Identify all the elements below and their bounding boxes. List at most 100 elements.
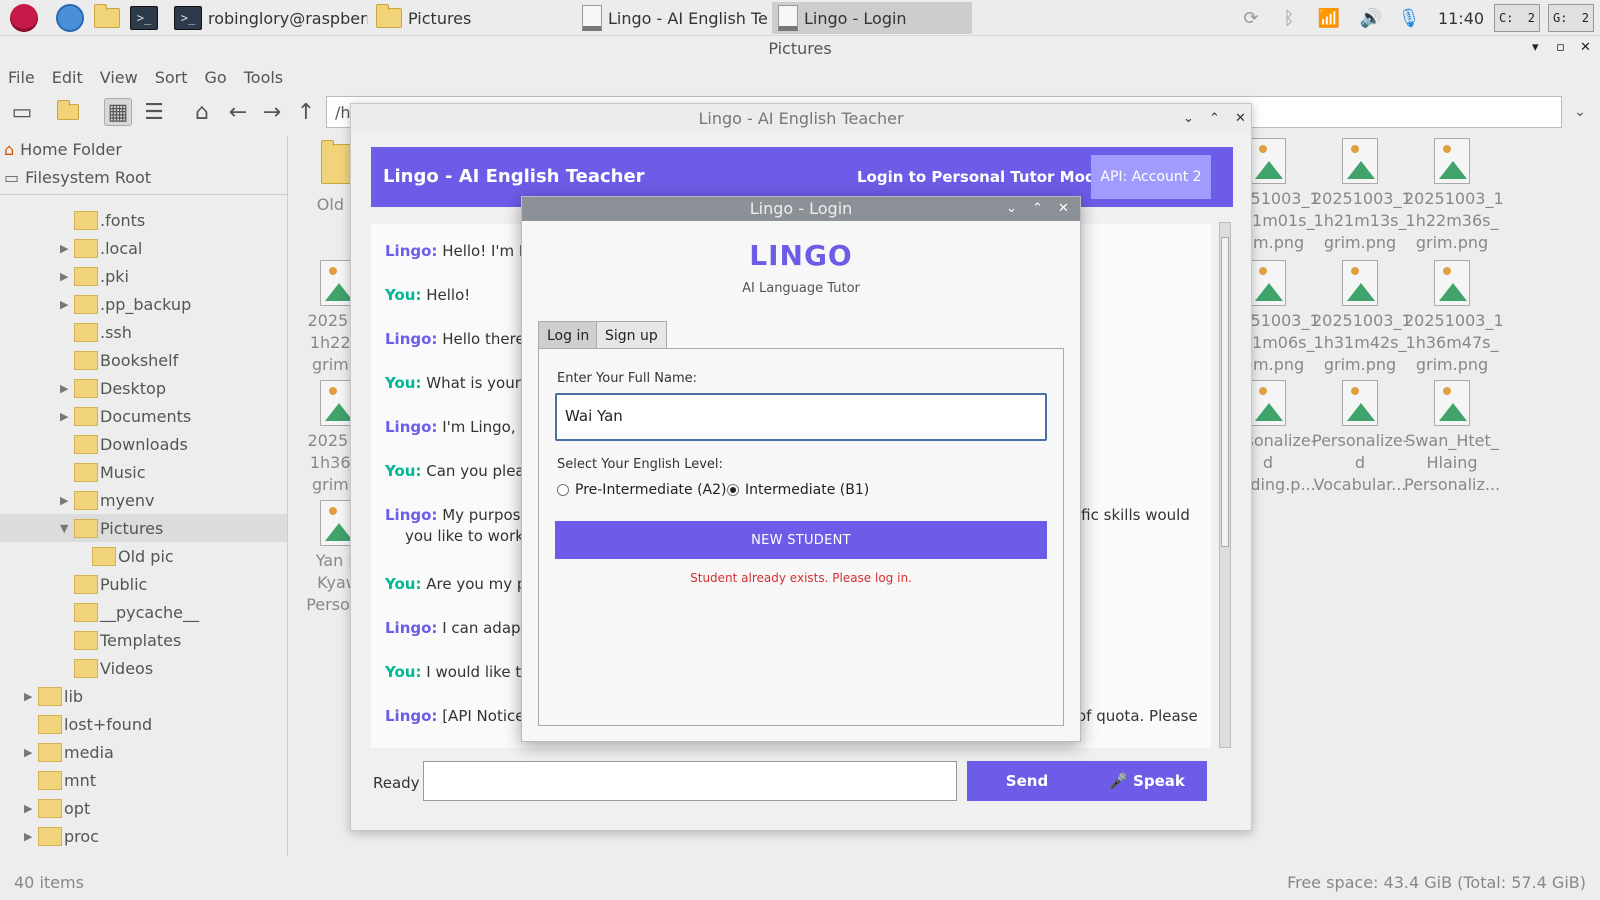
expand-arrow-icon[interactable]: ▶ [24, 830, 32, 843]
chat-scrollbar[interactable] [1219, 222, 1231, 748]
expand-arrow-icon[interactable]: ▶ [60, 298, 68, 311]
gpu-monitor[interactable]: G: 2 [1548, 4, 1594, 32]
tree-item[interactable]: ▶ .pki [0, 262, 287, 290]
tree-item[interactable]: Old pic [0, 542, 287, 570]
tree-item[interactable]: Public [0, 570, 287, 598]
maximize-button[interactable]: ⌃ [1209, 111, 1220, 126]
minimize-button[interactable]: ▾ [1532, 40, 1539, 55]
expand-arrow-icon[interactable]: ▶ [60, 382, 68, 395]
update-icon[interactable]: ⟳ [1236, 0, 1266, 36]
tree-item[interactable]: __pycache__ [0, 598, 287, 626]
menu-go[interactable]: Go [205, 68, 227, 87]
bluetooth-icon[interactable]: ᛒ [1276, 0, 1302, 36]
microphone-icon[interactable]: 🎙 [1394, 0, 1424, 36]
file-item[interactable]: 20251003_1 1h21m13s_ grim.png [1312, 138, 1412, 254]
tree-item[interactable]: ▶ opt [0, 794, 287, 822]
raspberry-menu-icon[interactable] [4, 2, 44, 34]
list-view-icon[interactable]: ☰ [140, 98, 168, 126]
up-arrow-icon[interactable]: ↑ [292, 98, 320, 126]
close-button[interactable]: ✕ [1580, 40, 1591, 55]
tab-log-in[interactable]: Log in [538, 321, 599, 349]
maximize-button[interactable]: ⌃ [1032, 201, 1043, 216]
tree-item[interactable]: mnt [0, 766, 287, 794]
tree-item[interactable]: ▶ lib [0, 682, 287, 710]
taskbar-lingo-login-button[interactable]: Lingo - Login [772, 2, 972, 34]
expand-arrow-icon[interactable]: ▶ [60, 242, 68, 255]
file-manager-launcher-icon[interactable] [88, 2, 126, 34]
file-item[interactable]: Swan_Htet_ Hlaing Personaliz... [1404, 380, 1500, 496]
tree-item[interactable]: .fonts [0, 206, 287, 234]
tree-item[interactable]: ▶ .pp_backup [0, 290, 287, 318]
message-input[interactable] [423, 761, 957, 801]
terminal-launcher-icon[interactable]: >_ [124, 2, 164, 34]
volume-icon[interactable]: 🔊 [1356, 0, 1386, 36]
tree-item[interactable]: ▶ Desktop [0, 374, 287, 402]
new-folder-icon[interactable] [54, 98, 82, 126]
file-item[interactable]: 20251003_1 1h36m47s_ grim.png [1404, 260, 1504, 376]
menu-edit[interactable]: Edit [52, 68, 83, 87]
scrollbar-thumb[interactable] [1221, 237, 1229, 547]
expand-arrow-icon[interactable]: ▶ [60, 494, 68, 507]
forward-arrow-icon[interactable]: → [258, 98, 286, 126]
menu-tools[interactable]: Tools [244, 68, 283, 87]
tree-item[interactable]: Bookshelf [0, 346, 287, 374]
file-item[interactable]: Personalize-d Vocabular... [1312, 380, 1408, 496]
icon-view-icon[interactable]: ▦ [104, 98, 132, 126]
api-account-button[interactable]: API: Account 2 [1091, 155, 1211, 199]
home-icon[interactable]: ⌂ [188, 98, 216, 126]
folder-icon [74, 378, 98, 398]
file-item[interactable]: 20251003_1 1h31m42s_ grim.png [1312, 260, 1412, 376]
tree-item[interactable]: Downloads [0, 430, 287, 458]
expand-arrow-open-icon[interactable]: ▼ [60, 522, 68, 535]
tree-item[interactable]: Templates [0, 626, 287, 654]
expand-arrow-icon[interactable]: ▶ [60, 270, 68, 283]
tree-item[interactable]: .ssh [0, 318, 287, 346]
close-button[interactable]: ✕ [1235, 111, 1246, 126]
back-arrow-icon[interactable]: ← [224, 98, 252, 126]
tree-item[interactable]: ▶ Documents [0, 402, 287, 430]
full-name-input[interactable]: Wai Yan [555, 393, 1047, 441]
tree-item[interactable]: lost+found [0, 710, 287, 738]
image-file-icon [1250, 138, 1286, 184]
place-label: Home Folder [20, 139, 122, 159]
tree-item[interactable]: ▶ .local [0, 234, 287, 262]
new-window-icon[interactable]: ▭ [8, 98, 36, 126]
tree-item[interactable]: Videos [0, 654, 287, 682]
send-button[interactable]: Send [967, 761, 1087, 801]
expand-arrow-icon[interactable]: ▶ [24, 802, 32, 815]
browser-globe-icon[interactable] [50, 2, 90, 34]
minimize-button[interactable]: ⌄ [1183, 111, 1194, 126]
tree-item[interactable]: ▶ myenv [0, 486, 287, 514]
menu-view[interactable]: View [100, 68, 138, 87]
speak-button[interactable]: 🎤 Speak [1087, 761, 1207, 801]
close-button[interactable]: ✕ [1058, 201, 1069, 216]
tab-sign-up[interactable]: Sign up [596, 321, 667, 349]
menu-sort[interactable]: Sort [155, 68, 188, 87]
tree-item[interactable]: Music [0, 458, 287, 486]
tree-item-label: opt [64, 798, 91, 818]
new-student-button[interactable]: NEW STUDENT [555, 521, 1047, 559]
minimize-button[interactable]: ⌄ [1006, 201, 1017, 216]
expand-arrow-icon[interactable]: ▶ [24, 690, 32, 703]
path-dropdown-icon[interactable]: ⌄ [1566, 98, 1594, 126]
taskbar-pictures-button[interactable]: Pictures [370, 2, 560, 34]
expand-arrow-icon[interactable]: ▶ [60, 410, 68, 423]
cpu-monitor[interactable]: C: 2 [1494, 4, 1540, 32]
wifi-icon[interactable]: 📶 [1314, 0, 1344, 36]
tree-item[interactable]: ▼ Pictures [0, 514, 287, 542]
radio-pre-intermediate[interactable]: Pre-Intermediate (A2) [557, 482, 727, 498]
place-filesystem-root[interactable]: ▭ Filesystem Root [4, 164, 151, 190]
maximize-button[interactable]: ▫ [1556, 40, 1565, 55]
tree-item[interactable]: ▶ proc [0, 822, 287, 850]
clock[interactable]: 11:40 [1436, 0, 1486, 36]
file-item[interactable]: 20251003_1 1h22m36s_ grim.png [1404, 138, 1504, 254]
expand-arrow-icon[interactable]: ▶ [24, 746, 32, 759]
name-label: Enter Your Full Name: [557, 371, 698, 386]
login-tutor-link[interactable]: Login to Personal Tutor Mode [857, 168, 1106, 186]
taskbar-terminal-button[interactable]: >_ robinglory@raspberr... [168, 2, 368, 34]
menu-file[interactable]: File [8, 68, 35, 87]
radio-intermediate[interactable]: Intermediate (B1) [727, 482, 869, 498]
tree-item[interactable]: ▶ media [0, 738, 287, 766]
taskbar-lingo-main-button[interactable]: Lingo - AI English Te... [576, 2, 768, 34]
place-home-folder[interactable]: ⌂ Home Folder [4, 136, 122, 162]
